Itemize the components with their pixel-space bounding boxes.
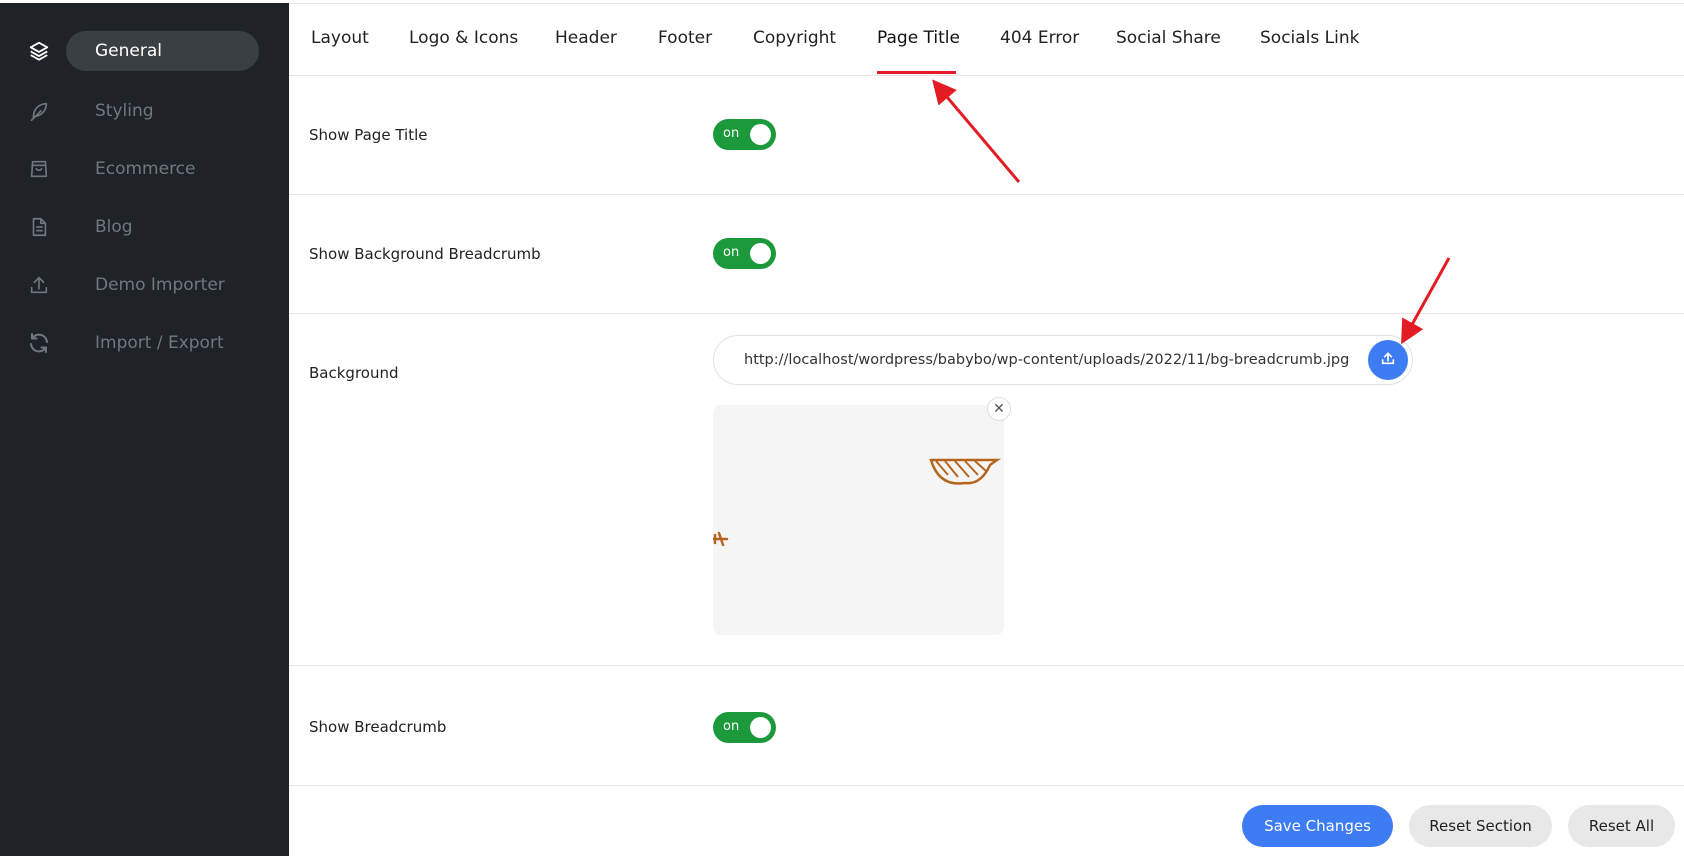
sidebar-item-import-export[interactable]: Import / Export	[0, 321, 289, 365]
tab-social-share[interactable]: Social Share	[1116, 28, 1221, 48]
tab-page-title[interactable]: Page Title	[877, 28, 960, 48]
reset-section-button[interactable]: Reset Section	[1409, 805, 1552, 847]
shopping-bag-icon	[27, 157, 51, 181]
toggle-knob	[750, 243, 771, 264]
layers-icon	[27, 39, 51, 63]
background-image-preview	[713, 405, 1004, 635]
sidebar-item-styling[interactable]: Styling	[0, 89, 289, 133]
sidebar-item-label: Import / Export	[95, 333, 224, 353]
sidebar-item-label: Blog	[95, 217, 133, 237]
sidebar-item-blog[interactable]: Blog	[0, 205, 289, 249]
reset-all-button[interactable]: Reset All	[1568, 805, 1675, 847]
sidebar-item-label: Styling	[95, 101, 154, 121]
setting-label: Show Background Breadcrumb	[309, 245, 541, 263]
preview-illustration	[713, 458, 1002, 547]
toggle-state-text: on	[723, 245, 740, 260]
tab-logo-icons[interactable]: Logo & Icons	[409, 28, 518, 48]
background-url-input[interactable]: http://localhost/wordpress/babybo/wp-con…	[713, 335, 1413, 385]
show-background-breadcrumb-toggle[interactable]: on	[713, 238, 776, 269]
save-changes-button[interactable]: Save Changes	[1242, 805, 1393, 847]
document-icon	[27, 215, 51, 239]
upload-button[interactable]	[1368, 340, 1408, 380]
setting-row-show-background-breadcrumb: Show Background Breadcrumb	[289, 195, 1684, 314]
toggle-knob	[750, 717, 771, 738]
refresh-icon	[27, 331, 51, 355]
upload-icon	[1380, 350, 1396, 370]
sidebar-item-ecommerce[interactable]: Ecommerce	[0, 147, 289, 191]
setting-row-show-page-title: Show Page Title	[289, 76, 1684, 195]
show-page-title-toggle[interactable]: on	[713, 119, 776, 150]
setting-label: Background	[309, 364, 399, 382]
sidebar: General Styling Ecommerce Blog Demo Impo…	[0, 3, 289, 856]
upload-icon	[27, 273, 51, 297]
sidebar-item-demo-importer[interactable]: Demo Importer	[0, 263, 289, 307]
tab-footer[interactable]: Footer	[658, 28, 712, 48]
background-url-value: http://localhost/wordpress/babybo/wp-con…	[744, 352, 1350, 368]
tab-socials-link[interactable]: Socials Link	[1260, 28, 1359, 48]
tab-header[interactable]: Header	[555, 28, 617, 48]
tab-layout[interactable]: Layout	[311, 28, 369, 48]
setting-row-show-breadcrumb: Show Breadcrumb	[289, 666, 1684, 786]
sidebar-item-general[interactable]: General	[0, 31, 289, 75]
sidebar-item-label: Ecommerce	[95, 159, 196, 179]
toggle-knob	[750, 124, 771, 145]
setting-label: Show Page Title	[309, 126, 428, 144]
active-tab-indicator	[877, 71, 956, 74]
tab-404-error[interactable]: 404 Error	[1000, 28, 1079, 48]
sidebar-item-label: Demo Importer	[95, 275, 225, 295]
feather-icon	[27, 99, 51, 123]
show-breadcrumb-toggle[interactable]: on	[713, 712, 776, 743]
tab-copyright[interactable]: Copyright	[753, 28, 836, 48]
setting-label: Show Breadcrumb	[309, 718, 447, 736]
sidebar-item-label: General	[95, 41, 162, 61]
close-icon: ✕	[993, 401, 1005, 417]
toggle-state-text: on	[723, 719, 740, 734]
remove-image-button[interactable]: ✕	[987, 397, 1011, 421]
toggle-state-text: on	[723, 126, 740, 141]
